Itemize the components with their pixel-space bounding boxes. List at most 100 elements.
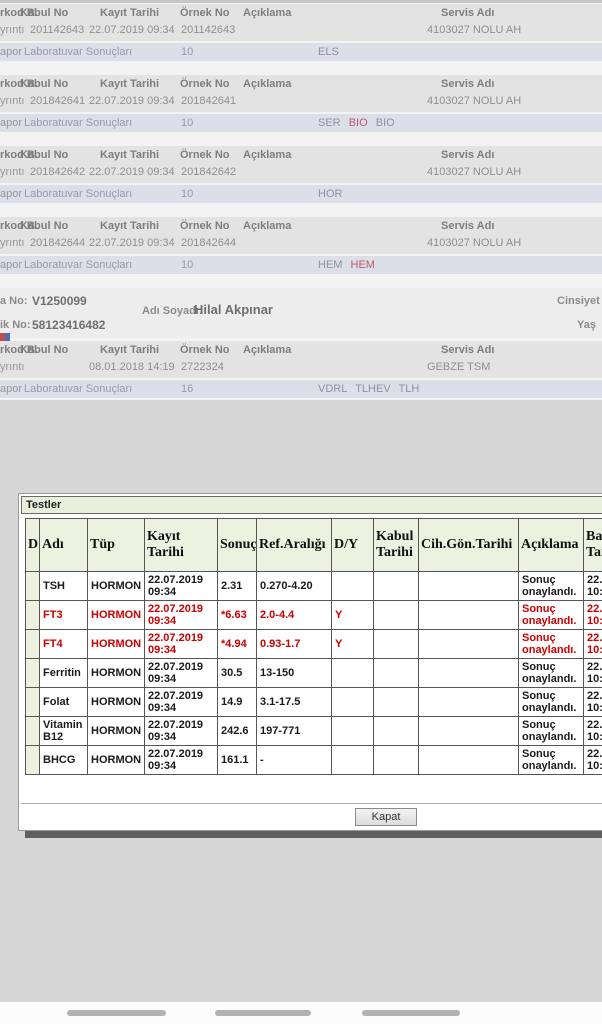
cell-barkod: 22.07.2019 10:11	[584, 659, 602, 688]
report-link[interactable]: apor	[0, 185, 22, 203]
file-no-label: a No:	[0, 295, 28, 307]
lab-result-label: Laboratuvar Sonuçları	[24, 114, 132, 132]
cell-tup: HORMON	[88, 717, 145, 746]
servis-adi: 4103027 NOLU AH	[427, 237, 521, 249]
table-header-row: D Adı Tüp Kayıt Tarihi Sonuç Ref.Aralığı…	[26, 519, 602, 572]
record-row: rkod B. Kabul No Kayıt Tarihi Örnek No A…	[0, 217, 602, 274]
lab-result-label: Laboratuvar Sonuçları	[24, 380, 132, 398]
test-tag: TLH	[399, 383, 420, 395]
cell-adi: TSH	[40, 572, 88, 601]
detail-link[interactable]: yrıntı	[0, 95, 24, 107]
cell-sonuc: 161.1	[218, 746, 257, 775]
servis-adi: 4103027 NOLU AH	[427, 95, 521, 107]
cell-adi: FT4	[40, 630, 88, 659]
col-barkod-tarihi: Barkod Tarihi	[584, 519, 602, 572]
cell-d	[26, 601, 40, 630]
detail-link[interactable]: yrıntı	[0, 24, 24, 36]
nav-handle-right[interactable]	[362, 1010, 460, 1016]
cell-dy: Y	[332, 630, 374, 659]
cell-ref: 3.1-17.5	[257, 688, 332, 717]
test-row: Ferritin HORMON 22.07.2019 09:34 30.5 13…	[26, 659, 602, 688]
cell-kabul	[374, 746, 419, 775]
nav-handle-left[interactable]	[67, 1010, 166, 1016]
cell-tup: HORMON	[88, 659, 145, 688]
cell-d	[26, 630, 40, 659]
kayit-col-label: Kayıt Tarihi	[100, 220, 159, 232]
record-report-row: apor Laboratuvar Sonuçları 10 ELS	[0, 43, 602, 61]
cell-tup: HORMON	[88, 688, 145, 717]
ornek-col-label: Örnek No	[180, 344, 230, 356]
col-tup: Tüp	[88, 519, 145, 572]
close-button[interactable]: Kapat	[355, 808, 417, 826]
cell-dy	[332, 572, 374, 601]
cell-d	[26, 659, 40, 688]
col-cih-gon-tarihi: Cih.Gön.Tarihi	[419, 519, 519, 572]
detail-link[interactable]: yrıntı	[0, 361, 24, 373]
cell-barkod: 22.07.2019 10:11	[584, 688, 602, 717]
report-link[interactable]: apor	[0, 380, 22, 398]
dialog-footer: Kapat	[21, 803, 602, 830]
cell-kayit: 22.07.2019 09:34	[145, 572, 218, 601]
cell-ref: 13-150	[257, 659, 332, 688]
cell-ref: 2.0-4.4	[257, 601, 332, 630]
lab-result-label: Laboratuvar Sonuçları	[24, 43, 132, 61]
ornek-col-label: Örnek No	[180, 220, 230, 232]
cell-sonuc: 242.6	[218, 717, 257, 746]
kayit-tarihi: 22.07.2019 09:34	[89, 95, 175, 107]
record-row: rkod B. Kabul No Kayıt Tarihi Örnek No A…	[0, 75, 602, 132]
cell-adi: Ferritin	[40, 659, 88, 688]
report-link[interactable]: apor	[0, 114, 22, 132]
test-tag-alert: HEM	[351, 259, 375, 271]
kabul-no: 201842641	[30, 95, 85, 107]
servis-col-label: Servis Adı	[441, 149, 494, 161]
report-link[interactable]: apor	[0, 43, 22, 61]
servis-col-label: Servis Adı	[441, 78, 494, 90]
test-row-alert: FT3 HORMON 22.07.2019 09:34 *6.63 2.0-4.…	[26, 601, 602, 630]
record-row: rkod B. Kabul No Kayıt Tarihi Örnek No A…	[0, 341, 602, 398]
report-link[interactable]: apor	[0, 256, 22, 274]
cell-d	[26, 746, 40, 775]
ornek-col-label: Örnek No	[180, 78, 230, 90]
aciklama-col-label: Açıklama	[243, 220, 291, 232]
col-adi: Adı	[40, 519, 88, 572]
test-tag: BIO	[376, 117, 395, 129]
kayit-col-label: Kayıt Tarihi	[100, 149, 159, 161]
record-row: rkod B. Kabul No Kayıt Tarihi Örnek No A…	[0, 4, 602, 61]
cell-cihgon	[419, 717, 519, 746]
record-report-row: apor Laboratuvar Sonuçları 16 VDRL TLHEV…	[0, 380, 602, 398]
col-dy: D/Y	[332, 519, 374, 572]
nav-handle-center[interactable]	[215, 1010, 311, 1016]
cell-kabul	[374, 630, 419, 659]
cell-sonuc: *4.94	[218, 630, 257, 659]
test-tag: HEM	[318, 259, 342, 271]
cell-aciklama: Sonuç onaylandı.	[519, 572, 584, 601]
kayit-col-label: Kayıt Tarihi	[100, 344, 159, 356]
ornek-no: 201142643	[181, 24, 235, 36]
app-screen: rkod B. Kabul No Kayıt Tarihi Örnek No A…	[0, 0, 602, 1024]
record-row: rkod B. Kabul No Kayıt Tarihi Örnek No A…	[0, 146, 602, 203]
record-main: rkod B. Kabul No Kayıt Tarihi Örnek No A…	[0, 4, 602, 41]
cell-ref: 0.93-1.7	[257, 630, 332, 659]
kabul-no: 201842642	[30, 166, 85, 178]
lab-result-label: Laboratuvar Sonuçları	[24, 185, 132, 203]
servis-adi: 4103027 NOLU AH	[427, 24, 521, 36]
kabul-no: 201842644	[30, 237, 85, 249]
id-no-label: ik No:	[0, 319, 31, 331]
cell-ref: -	[257, 746, 332, 775]
clipped-edge-icon	[0, 333, 10, 341]
detail-link[interactable]: yrıntı	[0, 166, 24, 178]
cell-aciklama: Sonuç onaylandı.	[519, 717, 584, 746]
test-row: Vitamin B12 HORMON 22.07.2019 09:34 242.…	[26, 717, 602, 746]
result-count: 16	[181, 380, 193, 398]
cell-kayit: 22.07.2019 09:34	[145, 601, 218, 630]
record-main: rkod B. Kabul No Kayıt Tarihi Örnek No A…	[0, 75, 602, 112]
cell-barkod: 22.07.2019 10:11	[584, 601, 602, 630]
cell-adi: FT3	[40, 601, 88, 630]
ornek-no: 201842642	[181, 166, 236, 178]
patient-info: a No: V1250099 Adı Soyadı: Hilal Akpınar…	[0, 288, 602, 338]
cell-barkod: 22.07.2019 10:11	[584, 572, 602, 601]
aciklama-col-label: Açıklama	[243, 7, 291, 19]
cell-tup: HORMON	[88, 630, 145, 659]
cell-d	[26, 688, 40, 717]
detail-link[interactable]: yrıntı	[0, 237, 24, 249]
